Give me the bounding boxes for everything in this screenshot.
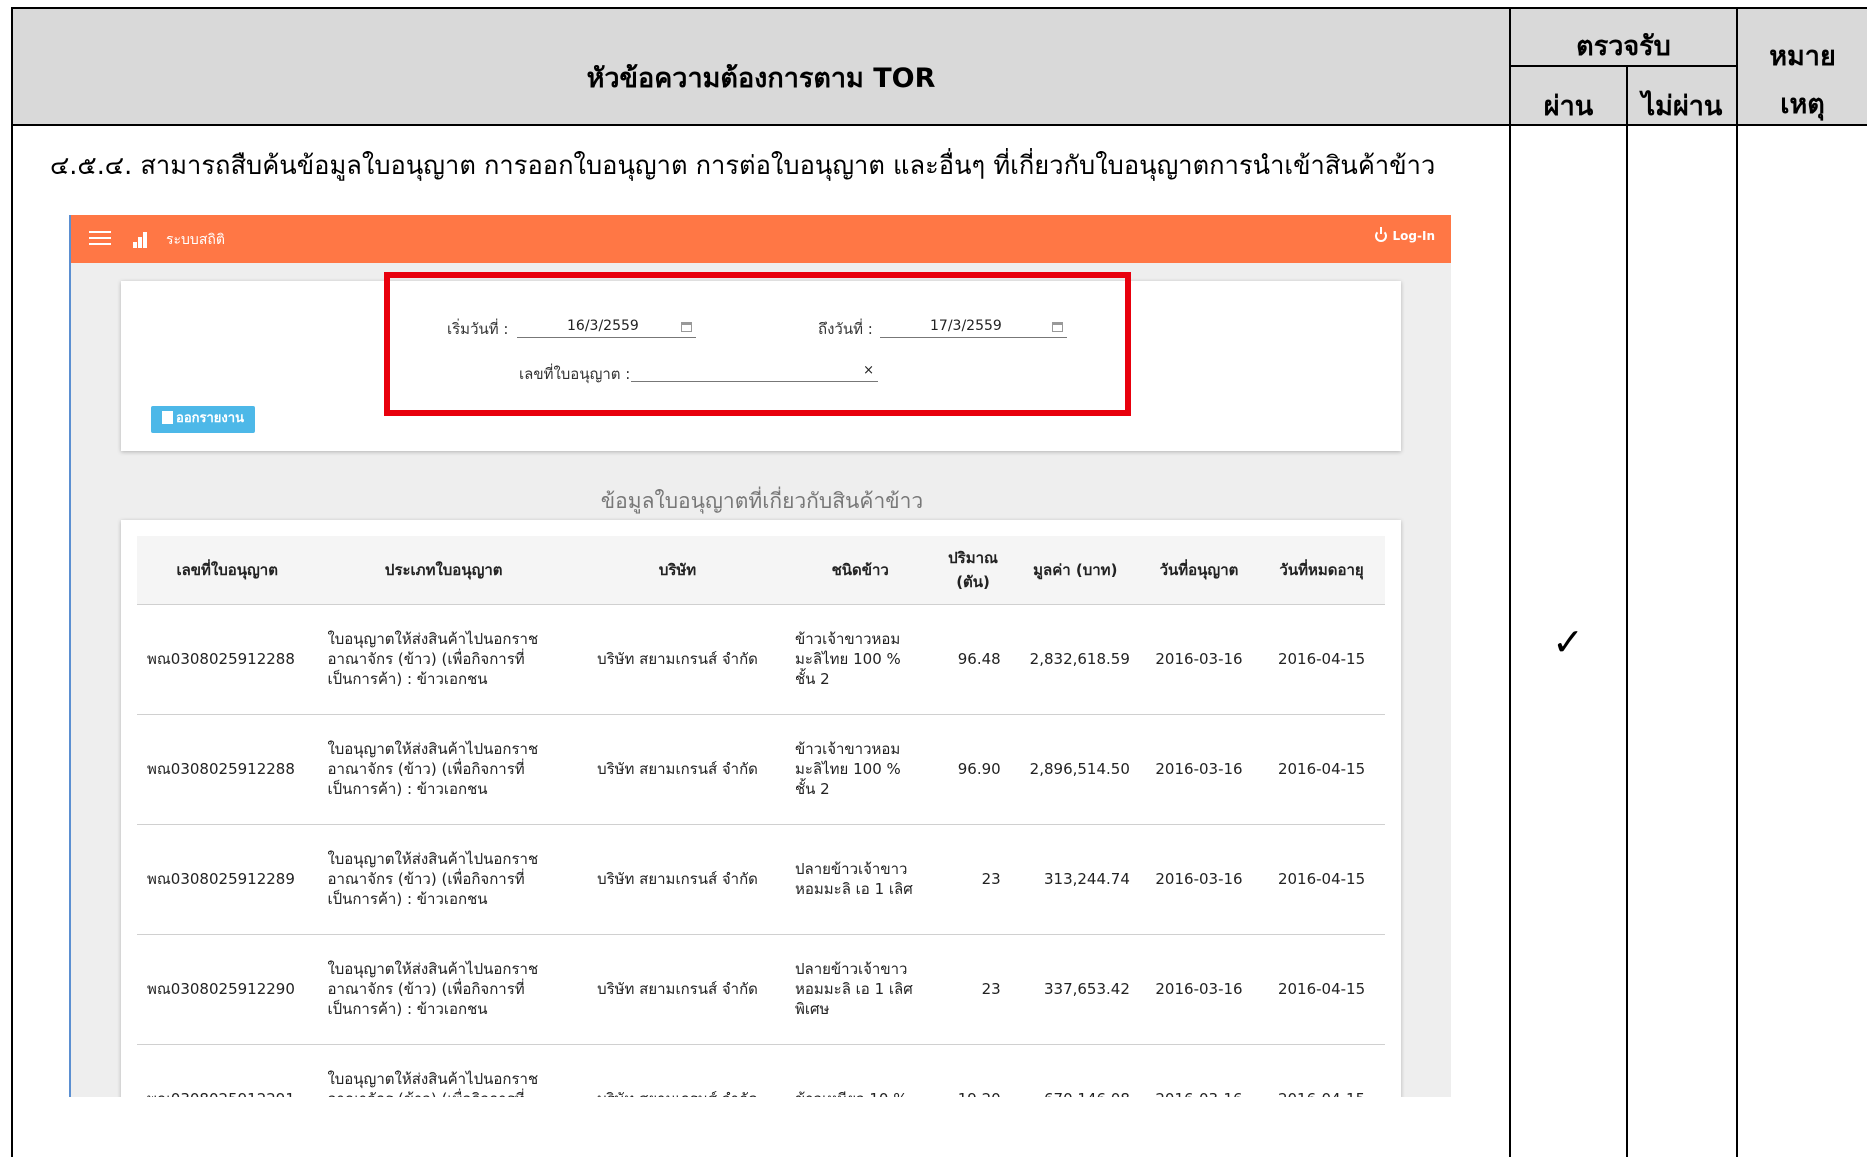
cell-company: บริษัท สยามเกรนส์ จำกัด <box>570 934 785 1045</box>
col-rice-type[interactable]: ชนิดข้าว <box>784 536 936 605</box>
col-permit-date[interactable]: วันที่อนุญาต <box>1139 536 1259 605</box>
cell-permit-date: 2016-03-16 <box>1139 604 1259 715</box>
cell-license-no: พณ0308025912288 <box>137 714 318 825</box>
table-row[interactable]: พณ0308025912289 ใบอนุญาตให้ส่งสินค้าไปนอ… <box>137 824 1385 935</box>
cell-value: 670,146.08 <box>1010 1044 1140 1097</box>
col-expiry-date[interactable]: วันที่หมดอายุ <box>1258 536 1385 605</box>
export-button-label: ออกรายงาน <box>176 411 244 426</box>
col-company[interactable]: บริษัท <box>570 536 785 605</box>
cell-permit-date: 2016-03-16 <box>1139 714 1259 825</box>
cell-license-no: พณ0308025912289 <box>137 824 318 935</box>
cell-expiry-date: 2016-04-15 <box>1258 1044 1385 1097</box>
power-icon <box>1374 227 1387 242</box>
cell-permit-date: 2016-03-16 <box>1139 1044 1259 1097</box>
cell-value: 2,832,618.59 <box>1010 604 1140 715</box>
document-icon <box>162 411 174 424</box>
cell-license-no: พณ0308025912291 <box>137 1044 318 1097</box>
table-card: เลขที่ใบอนุญาต ประเภทใบอนุญาต บริษัท ชนิ… <box>121 520 1401 1097</box>
cell-value: 313,244.74 <box>1010 824 1140 935</box>
divider-pass-fail <box>1626 66 1628 1157</box>
cell-company: บริษัท สยามเกรนส์ จำกัด <box>570 824 785 935</box>
header-remark-1: หมาย <box>1769 41 1836 72</box>
header-pass: ผ่าน <box>1543 91 1594 122</box>
cell-quantity: 19.20 <box>935 1044 1011 1097</box>
cell-license-type: ใบอนุญาตให้ส่งสินค้าไปนอกราชอาณาจักร (ข้… <box>317 714 571 825</box>
frame-top <box>11 7 1867 9</box>
cell-quantity: 23 <box>935 934 1011 1045</box>
login-button[interactable]: Log-In <box>1374 227 1435 243</box>
cell-license-type: ใบอนุญาตให้ส่งสินค้าไปนอกราชอาณาจักร (ข้… <box>317 1044 571 1097</box>
cell-license-type: ใบอนุญาตให้ส่งสินค้าไปนอกราชอาณาจักร (ข้… <box>317 604 571 715</box>
table-row[interactable]: พณ0308025912290 ใบอนุญาตให้ส่งสินค้าไปนอ… <box>137 934 1385 1045</box>
app-screenshot: ระบบสถิติ Log-In เริ่มวันที่ : 16/3/2559… <box>69 215 1451 1097</box>
divider-check-remark <box>1736 7 1738 1157</box>
col-license-type[interactable]: ประเภทใบอนุญาต <box>317 536 571 605</box>
header-fail: ไม่ผ่าน <box>1641 91 1723 122</box>
cell-expiry-date: 2016-04-15 <box>1258 714 1385 825</box>
cell-value: 2,896,514.50 <box>1010 714 1140 825</box>
cell-rice-type: ข้าวเหนียว 10 % <box>784 1044 936 1097</box>
cell-expiry-date: 2016-04-15 <box>1258 934 1385 1045</box>
export-report-button[interactable]: ออกรายงาน <box>151 406 255 433</box>
cell-company: บริษัท สยามเกรนส์ จำกัด <box>570 604 785 715</box>
requirement-text: ๔.๕.๔. สามารถสืบค้นข้อมูลใบอนุญาต การออก… <box>50 151 1436 181</box>
cell-expiry-date: 2016-04-15 <box>1258 604 1385 715</box>
pass-checkmark: ✓ <box>1552 620 1584 664</box>
header-check-group: ตรวจรับ <box>1576 31 1671 62</box>
cell-permit-date: 2016-03-16 <box>1139 824 1259 935</box>
header-topic: หัวข้อความต้องการตาม TOR <box>586 63 936 94</box>
divider-topic-check <box>1509 7 1511 1157</box>
highlight-box <box>384 272 1131 416</box>
col-value[interactable]: มูลค่า (บาท) <box>1010 536 1140 605</box>
cell-rice-type: ปลายข้าวเจ้าขาวหอมมะลิ เอ 1 เลิศพิเศษ <box>784 934 936 1045</box>
cell-license-type: ใบอนุญาตให้ส่งสินค้าไปนอกราชอาณาจักร (ข้… <box>317 824 571 935</box>
cell-rice-type: ข้าวเจ้าขาวหอมมะลิไทย 100 % ชั้น 2 <box>784 604 936 715</box>
cell-quantity: 96.90 <box>935 714 1011 825</box>
menu-icon[interactable] <box>89 228 111 248</box>
cell-license-type: ใบอนุญาตให้ส่งสินค้าไปนอกราชอาณาจักร (ข้… <box>317 934 571 1045</box>
cell-expiry-date: 2016-04-15 <box>1258 824 1385 935</box>
cell-quantity: 96.48 <box>935 604 1011 715</box>
section-title: ข้อมูลใบอนุญาตที่เกี่ยวกับสินค้าข้าว <box>600 489 924 513</box>
cell-license-no: พณ0308025912288 <box>137 604 318 715</box>
cell-rice-type: ข้าวเจ้าขาวหอมมะลิไทย 100 % ชั้น 2 <box>784 714 936 825</box>
app-bar: ระบบสถิติ Log-In <box>71 215 1451 263</box>
cell-company: บริษัท สยามเกรนส์ จำกัด <box>570 714 785 825</box>
cell-permit-date: 2016-03-16 <box>1139 934 1259 1045</box>
cell-quantity: 23 <box>935 824 1011 935</box>
cell-rice-type: ปลายข้าวเจ้าขาวหอมมะลิ เอ 1 เลิศ <box>784 824 936 935</box>
cell-value: 337,653.42 <box>1010 934 1140 1045</box>
table-row[interactable]: พณ0308025912288 ใบอนุญาตให้ส่งสินค้าไปนอ… <box>137 604 1385 715</box>
table-row[interactable]: พณ0308025912288 ใบอนุญาตให้ส่งสินค้าไปนอ… <box>137 714 1385 825</box>
login-label: Log-In <box>1392 229 1435 243</box>
cell-company: บริษัท สยามเกรนส์ จำกัด <box>570 1044 785 1097</box>
cell-license-no: พณ0308025912290 <box>137 934 318 1045</box>
bar-chart-icon <box>133 228 151 248</box>
header-remark-2: เหตุ <box>1780 89 1825 120</box>
col-license-no[interactable]: เลขที่ใบอนุญาต <box>137 536 318 605</box>
license-table: เลขที่ใบอนุญาต ประเภทใบอนุญาต บริษัท ชนิ… <box>137 536 1385 1097</box>
frame-left <box>11 7 13 1157</box>
table-header-row: เลขที่ใบอนุญาต ประเภทใบอนุญาต บริษัท ชนิ… <box>137 536 1385 605</box>
table-row[interactable]: พณ0308025912291 ใบอนุญาตให้ส่งสินค้าไปนอ… <box>137 1044 1385 1097</box>
app-title: ระบบสถิติ <box>166 232 225 248</box>
col-quantity[interactable]: ปริมาณ (ตัน) <box>935 536 1011 605</box>
